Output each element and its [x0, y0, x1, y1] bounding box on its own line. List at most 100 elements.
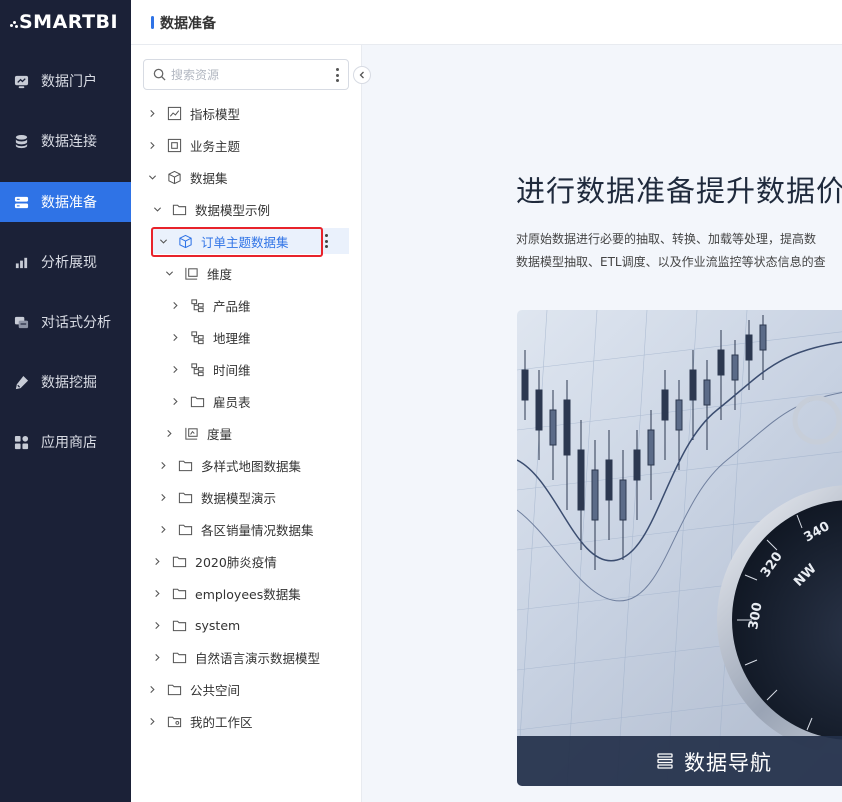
- chevron-right-icon[interactable]: [147, 684, 157, 694]
- measure-icon: [184, 426, 199, 441]
- main-description: 对原始数据进行必要的抽取、转换、加载等处理，提高数 数据模型抽取、ETL调度、以…: [516, 228, 826, 274]
- nav-item-data-preparation[interactable]: 数据准备: [0, 182, 131, 222]
- nav-label: 应用商店: [41, 435, 97, 451]
- chat-icon: [13, 314, 29, 330]
- tree-item[interactable]: 订单主题数据集: [131, 225, 361, 257]
- tree-item-label: 雇员表: [213, 394, 251, 410]
- tree-item-label: 数据模型示例: [195, 202, 271, 218]
- tree-item-label: 业务主题: [190, 138, 241, 154]
- collapse-panel-button[interactable]: [353, 66, 371, 84]
- tree-item-label: 2020肺炎疫情: [195, 554, 277, 570]
- tree-item-label: 产品维: [213, 298, 251, 314]
- data-navigation-label: 数据导航: [684, 751, 772, 775]
- main-content: 进行数据准备提升数据价值 对原始数据进行必要的抽取、转换、加载等处理，提高数 数…: [362, 45, 842, 802]
- chevron-down-icon[interactable]: [152, 204, 162, 214]
- chevron-right-icon[interactable]: [158, 492, 168, 502]
- chevron-right-icon[interactable]: [147, 716, 157, 726]
- business-theme-icon: [167, 138, 182, 153]
- chevron-right-icon[interactable]: [170, 300, 180, 310]
- description-line: 数据模型抽取、ETL调度、以及作业流监控等状态信息的查: [516, 255, 826, 269]
- chevron-right-icon[interactable]: [158, 524, 168, 534]
- folder-icon: [172, 554, 187, 569]
- tree-item[interactable]: 多样式地图数据集: [131, 449, 361, 481]
- tree-item[interactable]: 各区销量情况数据集: [131, 513, 361, 545]
- tree-item[interactable]: 自然语言演示数据模型: [131, 641, 361, 673]
- chevron-right-icon[interactable]: [152, 652, 162, 662]
- logo-dots-icon: [10, 16, 18, 28]
- folder-icon: [190, 394, 205, 409]
- tree-item[interactable]: employees数据集: [131, 577, 361, 609]
- portal-icon: [13, 73, 29, 89]
- tree-item[interactable]: 产品维: [131, 289, 361, 321]
- tree-item[interactable]: 度量: [131, 417, 361, 449]
- data-navigation-button[interactable]: 数据导航: [517, 736, 842, 786]
- tree-item-label: 自然语言演示数据模型: [195, 650, 321, 666]
- tree-item[interactable]: 时间维: [131, 353, 361, 385]
- chevron-right-icon[interactable]: [158, 460, 168, 470]
- tree-item[interactable]: 雇员表: [131, 385, 361, 417]
- chevron-right-icon[interactable]: [152, 588, 162, 598]
- nav-item-data-mining[interactable]: 数据挖掘: [0, 362, 131, 402]
- resource-tree-panel: 指标模型业务主题数据集数据模型示例订单主题数据集维度产品维地理维时间维雇员表度量…: [131, 45, 371, 802]
- tree-item[interactable]: 维度: [131, 257, 361, 289]
- tree-item-label: 各区销量情况数据集: [201, 522, 314, 538]
- chevron-right-icon[interactable]: [164, 428, 174, 438]
- chevron-right-icon[interactable]: [170, 332, 180, 342]
- tree-item-label: employees数据集: [195, 586, 301, 602]
- tree-item-label: 时间维: [213, 362, 251, 378]
- chevron-right-icon[interactable]: [152, 556, 162, 566]
- chevron-right-icon[interactable]: [147, 140, 157, 150]
- folder-icon: [178, 490, 193, 505]
- smartbi-logo[interactable]: SMARTBI: [10, 8, 118, 36]
- tree-item-label: system: [195, 617, 241, 633]
- folder-icon: [167, 682, 182, 697]
- nav-label: 分析展现: [41, 255, 97, 271]
- row-more-menu-icon[interactable]: [323, 233, 329, 249]
- page-title: 数据准备: [160, 16, 216, 32]
- user-folder-icon: [167, 714, 182, 729]
- tree-item[interactable]: 业务主题: [131, 129, 361, 161]
- left-nav: SMARTBI 数据门户 数据连接 数据准备 分析展现 对话式分析 数据挖掘 应…: [0, 0, 131, 802]
- chevron-down-icon[interactable]: [164, 268, 174, 278]
- hierarchy-icon: [190, 362, 205, 377]
- main-headline: 进行数据准备提升数据价值: [516, 174, 842, 208]
- tree-item[interactable]: 数据集: [131, 161, 361, 193]
- nav-item-analysis-display[interactable]: 分析展现: [0, 242, 131, 282]
- tree-item-label: 地理维: [213, 330, 251, 346]
- server-icon: [13, 194, 29, 210]
- database-icon: [13, 133, 29, 149]
- chevron-right-icon[interactable]: [147, 108, 157, 118]
- tree-item[interactable]: 公共空间: [131, 673, 361, 705]
- chevron-right-icon[interactable]: [170, 396, 180, 406]
- description-line: 对原始数据进行必要的抽取、转换、加载等处理，提高数: [516, 232, 817, 246]
- nav-item-data-connection[interactable]: 数据连接: [0, 121, 131, 161]
- tree-item-label: 维度: [207, 266, 233, 282]
- nav-item-app-store[interactable]: 应用商店: [0, 422, 131, 462]
- chevron-right-icon[interactable]: [152, 620, 162, 630]
- tree-item[interactable]: 数据模型演示: [131, 481, 361, 513]
- logo-text: SMARTBI: [19, 11, 119, 33]
- chevron-down-icon[interactable]: [147, 172, 157, 182]
- nav-item-conversational-analysis[interactable]: 对话式分析: [0, 302, 131, 342]
- tree-item[interactable]: 2020肺炎疫情: [131, 545, 361, 577]
- tree-item[interactable]: 我的工作区: [131, 705, 361, 737]
- tree-item[interactable]: 地理维: [131, 321, 361, 353]
- folder-icon: [172, 586, 187, 601]
- chevron-right-icon[interactable]: [170, 364, 180, 374]
- tree-item[interactable]: 指标模型: [131, 97, 361, 129]
- pickaxe-icon: [13, 374, 29, 390]
- hero-image: 340 320 300 NW 数据导航: [517, 310, 842, 786]
- tree-item-label: 公共空间: [190, 682, 241, 698]
- tree-item-label: 数据集: [190, 170, 228, 186]
- tree-item[interactable]: 数据模型示例: [131, 193, 361, 225]
- search-more-menu-icon[interactable]: [334, 66, 340, 84]
- tree-item-label: 多样式地图数据集: [201, 458, 302, 474]
- tree-item[interactable]: system: [131, 609, 361, 641]
- nav-label: 数据门户: [41, 74, 97, 90]
- top-header: 数据准备: [131, 0, 842, 45]
- nav-label: 数据挖掘: [41, 375, 97, 391]
- nav-item-data-portal[interactable]: 数据门户: [0, 61, 131, 101]
- list-icon: [657, 753, 673, 769]
- hierarchy-icon: [190, 298, 205, 313]
- search-input[interactable]: [171, 65, 321, 85]
